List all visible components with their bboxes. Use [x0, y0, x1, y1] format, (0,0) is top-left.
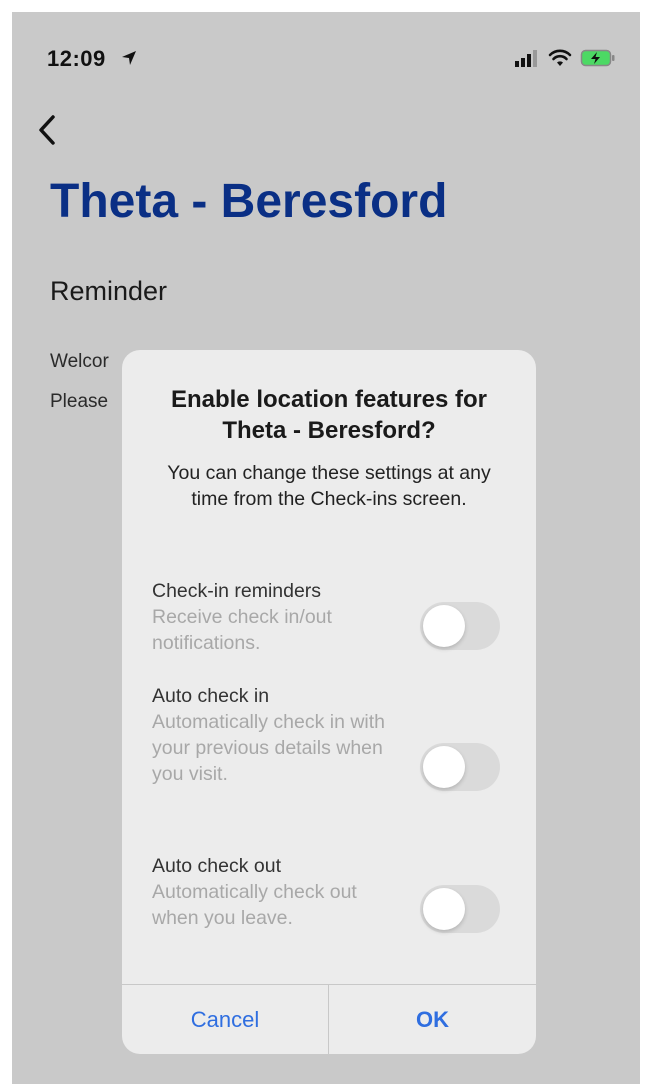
option-title: Check-in reminders — [152, 580, 322, 602]
cancel-button[interactable]: Cancel — [122, 985, 328, 1054]
status-time: 12:09 — [47, 46, 106, 71]
ok-button[interactable]: OK — [329, 985, 536, 1054]
page-title: Theta - Beresford — [50, 175, 448, 228]
battery-charging-icon — [580, 49, 615, 67]
auto-check-in-toggle[interactable] — [420, 743, 500, 791]
body-text-line: Welcor — [50, 351, 109, 372]
alert-message: You can change these settings at any tim… — [167, 462, 491, 510]
option-description: Automatically check in with your previou… — [152, 711, 386, 785]
toggle-knob — [423, 605, 465, 647]
signal-icon — [515, 50, 537, 67]
wifi-icon — [548, 49, 572, 66]
status-icons — [514, 48, 616, 68]
option-title: Auto check out — [152, 855, 281, 877]
option-title: Auto check in — [152, 685, 270, 707]
app-screen: 12:09 Theta - Beresford Reminder Welcor … — [12, 12, 640, 1084]
option-description: Receive check in/out notifications. — [152, 606, 332, 654]
option-description: Automatically check out when you leave. — [152, 881, 357, 929]
toggle-knob — [423, 746, 465, 788]
chevron-left-icon[interactable] — [34, 112, 60, 148]
check-in-reminders-toggle[interactable] — [420, 602, 500, 650]
location-arrow-icon — [122, 51, 136, 65]
section-heading: Reminder — [50, 276, 168, 306]
auto-check-out-toggle[interactable] — [420, 885, 500, 933]
alert-title: Enable location features for Theta - Ber… — [170, 386, 488, 444]
location-alert-dialog: Enable location features for Theta - Ber… — [122, 350, 536, 1054]
toggle-knob — [423, 888, 465, 930]
body-text-line: Please — [50, 391, 109, 412]
